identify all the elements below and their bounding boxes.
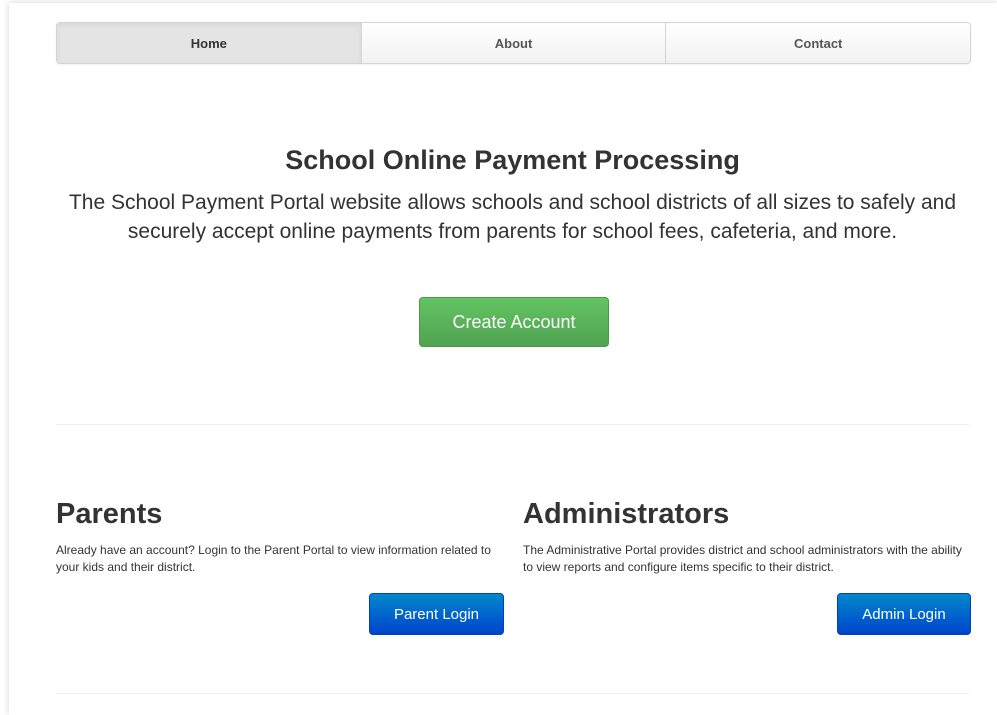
- administrators-heading: Administrators: [523, 498, 730, 530]
- nav-contact[interactable]: Contact: [665, 23, 970, 63]
- top-navbar: Home About Contact: [56, 22, 971, 64]
- section-divider-top: [56, 424, 969, 425]
- administrators-section: Administrators The Administrative Portal…: [523, 496, 973, 576]
- administrators-text: The Administrative Portal provides distr…: [523, 543, 962, 574]
- parents-section: Parents Already have an account? Login t…: [56, 496, 506, 576]
- hero-section: School Online Payment Processing The Sch…: [56, 140, 969, 246]
- create-account-button[interactable]: Create Account: [419, 297, 609, 347]
- nav-about[interactable]: About: [360, 23, 666, 63]
- parent-login-button[interactable]: Parent Login: [369, 593, 504, 635]
- hero-title: School Online Payment Processing: [285, 145, 740, 175]
- section-divider-bottom: [56, 693, 969, 694]
- nav-home[interactable]: Home: [57, 23, 361, 63]
- parents-heading: Parents: [56, 498, 163, 530]
- parents-text: Already have an account? Login to the Pa…: [56, 543, 491, 574]
- hero-description: The School Payment Portal website allows…: [68, 191, 957, 243]
- admin-login-button[interactable]: Admin Login: [837, 593, 971, 635]
